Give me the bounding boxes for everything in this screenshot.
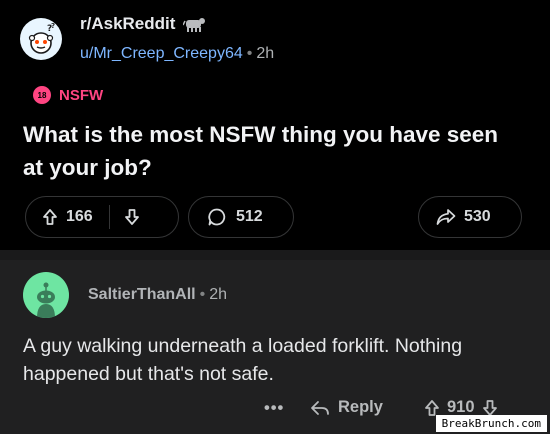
comment-body: A guy walking underneath a loaded forkli… xyxy=(23,335,463,385)
post-title[interactable]: What is the most NSFW thing you have see… xyxy=(23,118,523,184)
subreddit-row: r/AskReddit xyxy=(80,14,207,34)
post-age: 2h xyxy=(256,45,275,62)
subreddit-flair-icon xyxy=(183,18,206,32)
subreddit-avatar[interactable]: ? ? xyxy=(20,18,62,60)
reply-label: Reply xyxy=(338,398,383,416)
snoo-avatar-icon xyxy=(37,282,55,318)
section-divider xyxy=(0,250,550,260)
share-arrow-icon xyxy=(436,209,456,225)
reply-arrow-icon xyxy=(311,400,329,415)
nsfw-label: NSFW xyxy=(59,86,104,104)
snoo-question-icon: ? ? xyxy=(28,22,55,54)
arrow-up-icon xyxy=(43,209,57,225)
share-button[interactable]: 530 xyxy=(418,196,522,238)
meta-separator: • xyxy=(199,286,206,303)
nsfw-tag: 18 NSFW xyxy=(33,86,103,104)
watermark: BreakBrunch.com xyxy=(435,415,547,432)
comment-meta: SaltierThanAll • 2h xyxy=(88,286,227,304)
comments-button[interactable]: 512 xyxy=(188,196,294,238)
upvote-count: 166 xyxy=(66,208,93,225)
comment-author[interactable]: SaltierThanAll xyxy=(88,286,196,303)
svg-text:?: ? xyxy=(51,22,55,30)
arrow-down-icon[interactable] xyxy=(482,399,498,417)
meta-separator: • xyxy=(246,45,253,62)
post-meta: u/Mr_Creep_Creepy64 • 2h xyxy=(80,45,274,63)
vote-separator xyxy=(108,205,110,229)
comment-bubble-icon xyxy=(208,208,226,226)
arrow-down-icon xyxy=(124,209,139,225)
more-options-button[interactable]: ••• xyxy=(264,399,284,418)
nsfw-icon: 18 xyxy=(33,86,51,104)
downvote-button[interactable] xyxy=(124,208,140,226)
subreddit-name[interactable]: r/AskReddit xyxy=(80,14,175,34)
commenter-avatar[interactable] xyxy=(23,272,69,318)
upvote-button[interactable] xyxy=(42,208,58,226)
reply-button[interactable]: Reply xyxy=(310,398,383,417)
comment-count: 512 xyxy=(236,208,263,225)
arrow-up-icon[interactable] xyxy=(424,399,440,417)
share-count: 530 xyxy=(464,208,491,225)
post-author-link[interactable]: u/Mr_Creep_Creepy64 xyxy=(80,45,243,62)
vote-control: 166 xyxy=(25,196,179,238)
comment-age: 2h xyxy=(209,286,227,303)
